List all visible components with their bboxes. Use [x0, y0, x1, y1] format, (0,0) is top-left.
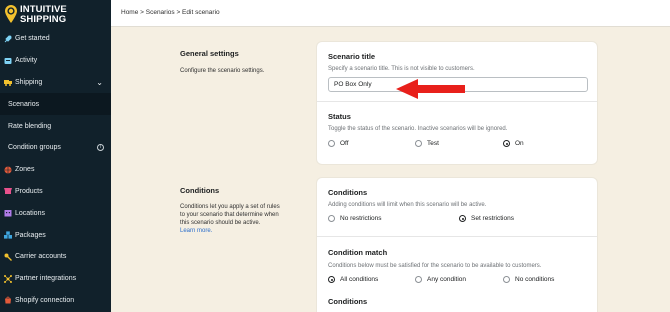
- sidebar-item-shipping[interactable]: Shipping ⌄: [0, 72, 111, 94]
- status-radio-on[interactable]: On: [503, 140, 524, 147]
- radio-button-selected[interactable]: [328, 276, 335, 283]
- network-icon: [4, 274, 12, 283]
- sidebar-item-activity[interactable]: Activity: [0, 50, 111, 72]
- sidebar-item-scenarios[interactable]: Scenarios: [0, 93, 111, 116]
- conditions-radio-no-restrictions[interactable]: No restrictions: [328, 215, 382, 222]
- conditions-label: Conditions: [328, 188, 368, 197]
- sidebar-item-shopify-connection[interactable]: Shopify connection: [0, 290, 111, 312]
- radio-label: Any condition: [427, 276, 467, 283]
- radio-label: Off: [340, 140, 349, 147]
- red-arrow-annotation-icon: [396, 79, 465, 99]
- scenario-title-help: Specify a scenario title. This is not vi…: [328, 66, 475, 72]
- activity-icon: [4, 57, 12, 64]
- conditions-list-label: Conditions: [328, 297, 368, 306]
- status-radio-off[interactable]: Off: [328, 140, 349, 147]
- conditions-radio-set-restrictions[interactable]: Set restrictions: [459, 215, 514, 222]
- sidebar-item-label: Rate blending: [8, 122, 52, 130]
- general-settings-heading: General settings: [180, 49, 239, 58]
- sidebar-item-label: Scenarios: [8, 100, 40, 108]
- status-help: Toggle the status of the scenario. Inact…: [328, 126, 508, 132]
- sidebar-item-partner-integrations[interactable]: Partner integrations: [0, 268, 111, 290]
- sidebar-item-carrier-accounts[interactable]: Carrier accounts: [0, 246, 111, 268]
- sidebar-item-locations[interactable]: Locations: [0, 202, 111, 224]
- rocket-icon: [4, 35, 12, 43]
- top-bar: Home > Scenarios > Edit scenario: [111, 0, 670, 27]
- sidebar-item-get-started[interactable]: Get started: [0, 28, 111, 50]
- breadcrumb[interactable]: Home > Scenarios > Edit scenario: [121, 9, 220, 16]
- sidebar-item-label: Activity: [15, 57, 38, 65]
- divider: [317, 101, 597, 102]
- truck-icon: [4, 80, 12, 87]
- conditions-card: Conditions Adding conditions will limit …: [317, 178, 597, 312]
- radio-button[interactable]: [503, 276, 510, 283]
- sidebar-item-condition-groups[interactable]: Condition groups i: [0, 137, 111, 159]
- sidebar-item-label: Shopify connection: [15, 296, 75, 304]
- general-settings-card: Scenario title Specify a scenario title.…: [317, 42, 597, 164]
- radio-label: No conditions: [515, 276, 555, 283]
- sidebar-item-rate-blending[interactable]: Rate blending: [0, 115, 111, 137]
- conditions-heading: Conditions: [180, 186, 220, 195]
- radio-button-selected[interactable]: [459, 215, 466, 222]
- radio-button[interactable]: [328, 140, 335, 147]
- sidebar-item-label: Zones: [15, 166, 35, 174]
- sidebar-item-packages[interactable]: Packages: [0, 224, 111, 246]
- building-icon: [4, 210, 12, 217]
- sidebar-item-label: Products: [15, 187, 43, 195]
- map-pin-logo-icon: [5, 5, 17, 23]
- condition-match-radio-any[interactable]: Any condition: [415, 276, 466, 283]
- sidebar-item-label: Shipping: [15, 78, 43, 86]
- radio-button[interactable]: [328, 215, 335, 222]
- key-icon: [4, 253, 12, 261]
- sidebar-item-label: Locations: [15, 209, 45, 217]
- sidebar-item-products[interactable]: Products: [0, 181, 111, 203]
- sidebar-item-label: Get started: [15, 35, 50, 43]
- boxes-icon: [4, 231, 12, 239]
- condition-match-label: Condition match: [328, 248, 388, 257]
- general-settings-description: Configure the scenario settings.: [180, 68, 265, 74]
- tag-icon: [4, 188, 12, 195]
- sidebar-item-label: Partner integrations: [15, 275, 77, 283]
- conditions-description: Conditions let you apply a set of rules …: [180, 204, 280, 234]
- radio-label: No restrictions: [340, 215, 382, 222]
- radio-button[interactable]: [415, 276, 422, 283]
- sidebar: INTUITIVE SHIPPING Get started Activity …: [0, 0, 111, 312]
- conditions-help: Adding conditions will limit when this s…: [328, 202, 487, 208]
- condition-match-radio-all[interactable]: All conditions: [328, 276, 378, 283]
- sidebar-item-label: Carrier accounts: [15, 253, 67, 261]
- sidebar-item-label: Condition groups: [8, 144, 61, 152]
- radio-button[interactable]: [415, 140, 422, 147]
- radio-label: On: [515, 140, 524, 147]
- condition-match-radio-none[interactable]: No conditions: [503, 276, 554, 283]
- scenario-title-label: Scenario title: [328, 52, 376, 61]
- info-icon[interactable]: i: [97, 143, 104, 151]
- radio-label: Set restrictions: [471, 215, 514, 222]
- radio-button-selected[interactable]: [503, 140, 510, 147]
- learn-more-link[interactable]: Learn more.: [180, 228, 212, 234]
- radio-label: All conditions: [340, 276, 379, 283]
- logo[interactable]: INTUITIVE SHIPPING: [4, 4, 108, 26]
- radio-label: Test: [427, 140, 439, 147]
- shopify-bag-icon: [5, 297, 11, 304]
- sidebar-item-label: Packages: [15, 231, 46, 239]
- logo-text: INTUITIVE SHIPPING: [20, 4, 67, 25]
- divider: [317, 236, 597, 237]
- chevron-down-icon[interactable]: ⌄: [96, 78, 103, 87]
- sidebar-item-zones[interactable]: Zones: [0, 159, 111, 181]
- condition-match-help: Conditions below must be satisfied for t…: [328, 263, 542, 269]
- status-radio-test[interactable]: Test: [415, 140, 439, 147]
- status-label: Status: [328, 112, 351, 121]
- globe-icon: [4, 166, 12, 174]
- sidebar-nav: Get started Activity Shipping ⌄ Scenario…: [0, 28, 111, 311]
